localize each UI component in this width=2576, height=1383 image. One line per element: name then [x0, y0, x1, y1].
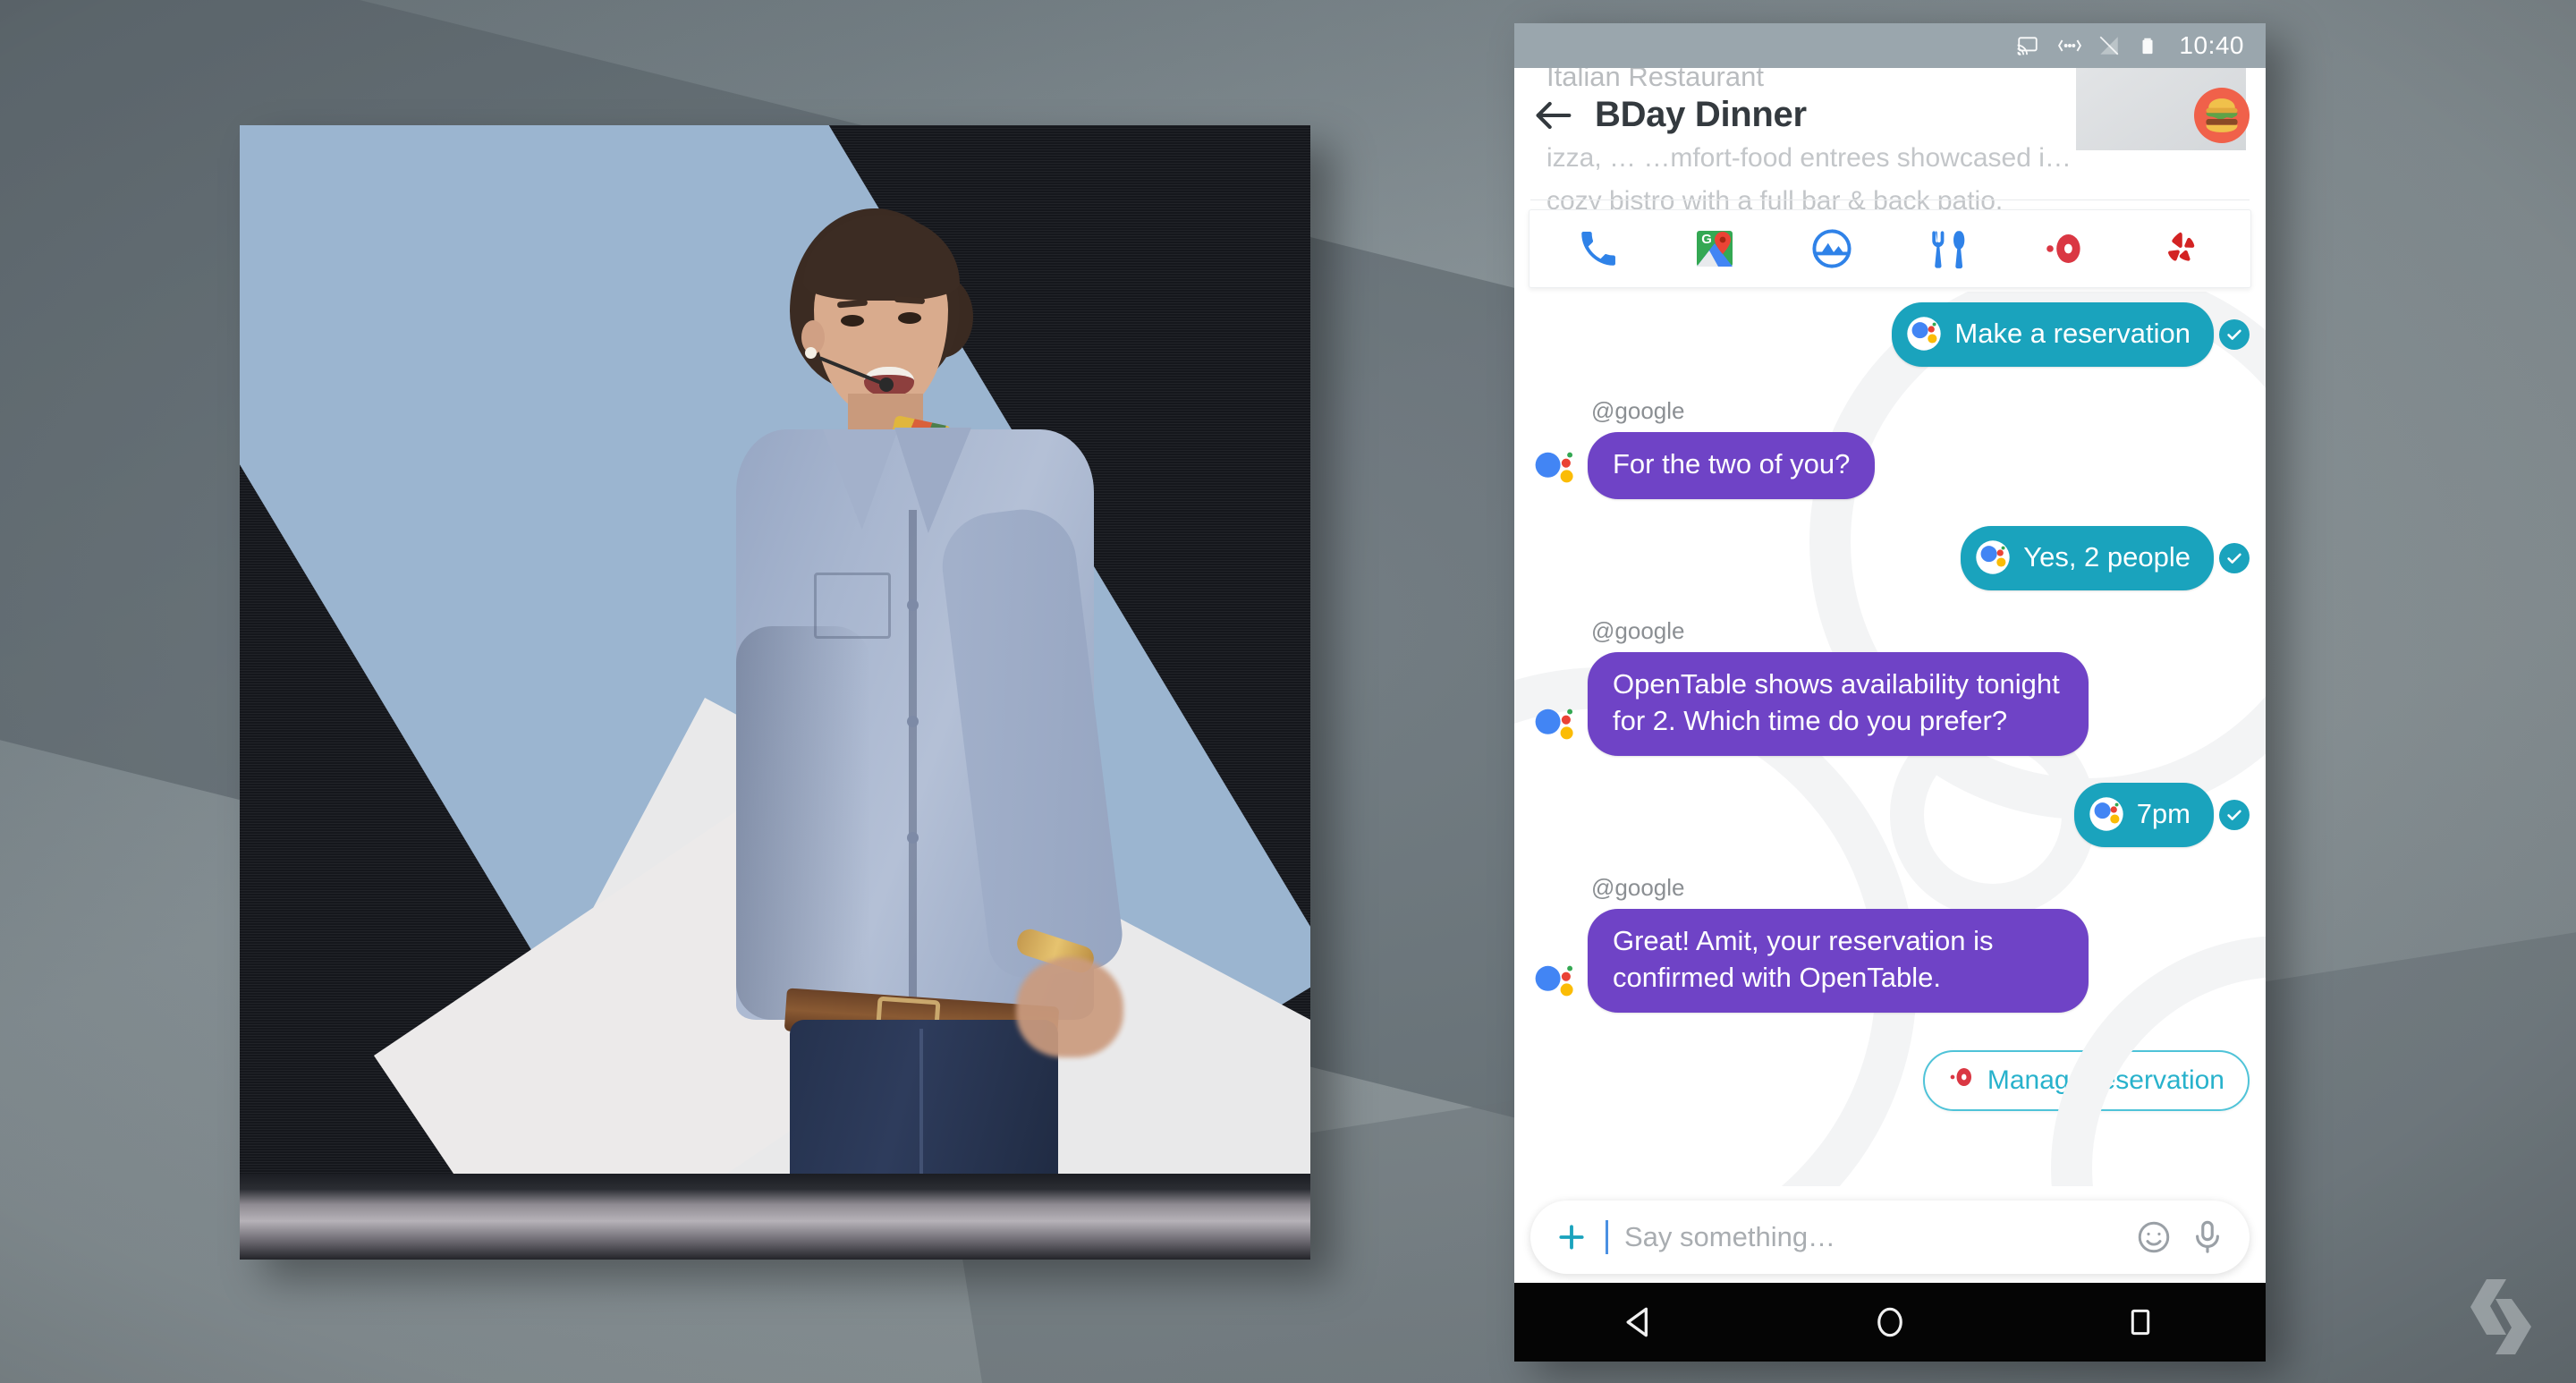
message-text: Make a reservation: [1954, 318, 2190, 349]
presenter-shirt-shadow: [736, 626, 870, 1020]
delivered-check-icon: [2219, 319, 2250, 350]
microphone-icon[interactable]: [2189, 1218, 2226, 1256]
app-bar: BDay Dinner: [1514, 68, 2266, 162]
presenter-photo: [240, 125, 1310, 1260]
fork-knife-icon[interactable]: [1923, 224, 1973, 274]
message-bubble-incoming[interactable]: For the two of you?: [1588, 432, 1876, 499]
add-attachment-icon[interactable]: [1554, 1219, 1589, 1255]
message-row-outgoing[interactable]: 7pm: [1514, 782, 2266, 847]
emoji-icon[interactable]: [2135, 1218, 2173, 1256]
nav-home-icon[interactable]: [1865, 1297, 1915, 1347]
yelp-icon[interactable]: [2157, 224, 2207, 274]
message-bubble-outgoing[interactable]: Make a reservation: [1892, 302, 2214, 367]
message-bubble-incoming[interactable]: OpenTable shows availability tonight for…: [1588, 651, 2089, 756]
presenter-hand: [1016, 957, 1123, 1057]
nav-recents-icon[interactable]: [2115, 1297, 2165, 1347]
avatar[interactable]: [2194, 87, 2250, 143]
stage-floor: [240, 1174, 1310, 1260]
ghost-body-line-2: cozy bistro with a full bar & back patio…: [1546, 186, 2004, 209]
message-bubble-outgoing[interactable]: Yes, 2 people: [1961, 525, 2214, 590]
message-row-incoming[interactable]: OpenTable shows availability tonight for…: [1514, 651, 2266, 756]
signal-off-icon: [2097, 34, 2123, 57]
assistant-logo-icon: [1530, 700, 1580, 751]
app-action-row: G: [1529, 209, 2251, 288]
message-row-outgoing[interactable]: Make a reservation: [1514, 302, 2266, 367]
message-row-incoming[interactable]: Great! Amit, your reservation is confirm…: [1514, 908, 2266, 1013]
back-arrow-icon[interactable]: [1530, 92, 1577, 139]
connectivity-icon: [2055, 34, 2082, 57]
svg-text:G: G: [1702, 232, 1713, 247]
assistant-logo-icon: [1530, 957, 1580, 1007]
opentable-icon[interactable]: [2039, 224, 2089, 274]
cast-icon: [2014, 34, 2041, 57]
assistant-logo-icon: [2087, 794, 2126, 834]
page-title: BDay Dinner: [1595, 95, 1807, 134]
message-row-outgoing[interactable]: Yes, 2 people: [1514, 525, 2266, 590]
conversation-list[interactable]: Make a reservation @google For the two o…: [1514, 292, 2266, 1186]
battery-icon: [2138, 34, 2165, 57]
nav-back-icon[interactable]: [1614, 1297, 1665, 1347]
google-maps-icon[interactable]: G: [1690, 224, 1740, 274]
presenter-headset-mic: [879, 378, 894, 392]
presenter-shirt-button: [907, 599, 919, 611]
presenter-shirt-pocket: [814, 573, 891, 639]
google-io-logo: [2451, 1270, 2551, 1363]
message-composer[interactable]: Say something…: [1530, 1201, 2250, 1274]
presenter-shirt-button: [907, 716, 919, 727]
android-nav-bar: [1514, 1283, 2266, 1362]
presenter-shirt-placket: [909, 510, 917, 1002]
presenter-figure: [580, 125, 1152, 1260]
delivered-check-icon: [2219, 799, 2250, 830]
message-bubble-incoming[interactable]: Great! Amit, your reservation is confirm…: [1588, 908, 2089, 1013]
assistant-logo-icon: [1530, 444, 1580, 494]
delivered-check-icon: [2219, 542, 2250, 573]
photos-bowl-icon[interactable]: [1807, 224, 1857, 274]
phone-icon[interactable]: [1573, 224, 1623, 274]
status-time: 10:40: [2179, 31, 2244, 59]
message-text: Yes, 2 people: [2023, 540, 2190, 573]
status-bar: 10:40: [1514, 23, 2266, 68]
ghost-divider: [1530, 199, 2250, 200]
message-text: 7pm: [2136, 797, 2190, 829]
presenter-eye-left: [841, 315, 864, 327]
assistant-logo-icon: [1973, 538, 2012, 577]
message-row-incoming[interactable]: For the two of you?: [1514, 432, 2266, 499]
presenter-eye-right: [898, 312, 921, 324]
message-bubble-outgoing[interactable]: 7pm: [2073, 782, 2214, 847]
screenshot-root: 10:40 Italian Restaurant izza, … …mfort-…: [0, 0, 2576, 1383]
presenter-shirt-button: [907, 832, 919, 844]
text-caret: [1606, 1220, 1608, 1254]
message-input[interactable]: Say something…: [1624, 1221, 2119, 1253]
phone-mockup: 10:40 Italian Restaurant izza, … …mfort-…: [1514, 23, 2266, 1362]
presenter-earring: [805, 347, 817, 359]
assistant-logo-icon: [1904, 314, 1944, 353]
opentable-icon: [1948, 1064, 1975, 1098]
